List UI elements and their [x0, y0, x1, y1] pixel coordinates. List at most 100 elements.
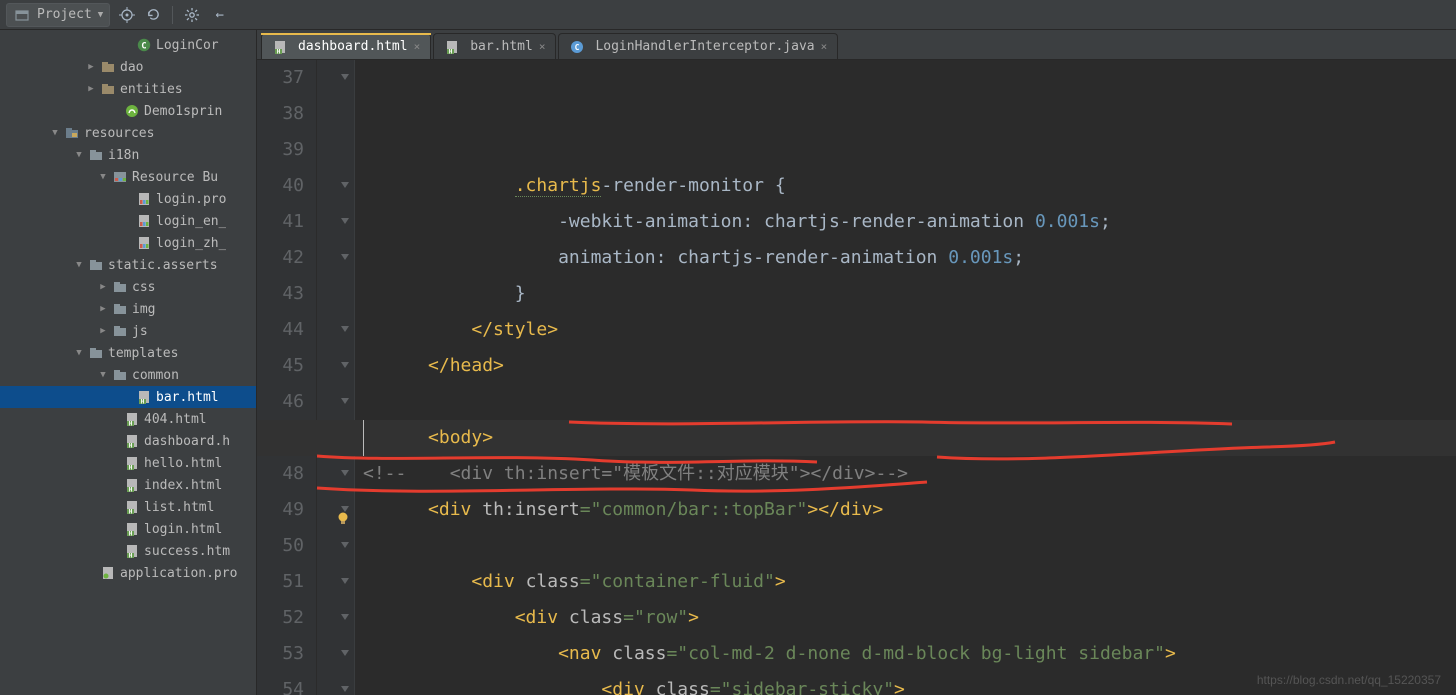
tree-node[interactable]: Hlist.html — [0, 496, 256, 518]
code-line[interactable]: <div class="container-fluid"> — [363, 564, 1456, 600]
code-line[interactable] — [363, 528, 1456, 564]
close-icon[interactable]: × — [414, 40, 421, 53]
tree-node-label: templates — [108, 346, 178, 361]
expand-arrow-icon[interactable] — [108, 434, 122, 448]
expand-arrow-icon[interactable]: ▶ — [96, 302, 110, 316]
project-tree[interactable]: CLoginCor▶dao▶entitiesDemo1sprin▼resourc… — [0, 30, 257, 695]
expand-arrow-icon[interactable] — [108, 104, 122, 118]
code-line[interactable]: } — [363, 276, 1456, 312]
code-line[interactable]: <nav class="col-md-2 d-none d-md-block b… — [363, 636, 1456, 672]
html-icon: H — [136, 389, 152, 405]
code-content[interactable]: .chartjs-render-monitor { -webkit-animat… — [355, 60, 1456, 695]
tree-node[interactable]: login.pro — [0, 188, 256, 210]
close-icon[interactable]: × — [821, 40, 828, 53]
tree-node-label: application.pro — [120, 566, 237, 581]
expand-arrow-icon[interactable]: ▼ — [48, 126, 62, 140]
expand-arrow-icon[interactable] — [108, 500, 122, 514]
editor-tab[interactable]: Hbar.html× — [433, 33, 556, 59]
fold-marker-icon[interactable] — [339, 648, 351, 660]
expand-arrow-icon[interactable] — [108, 412, 122, 426]
tree-node[interactable]: Demo1sprin — [0, 100, 256, 122]
expand-arrow-icon[interactable] — [120, 236, 134, 250]
fold-marker-icon[interactable] — [339, 684, 351, 695]
expand-arrow-icon[interactable] — [120, 38, 134, 52]
code-line[interactable]: animation: chartjs-render-animation 0.00… — [363, 240, 1456, 276]
editor-tab[interactable]: CLoginHandlerInterceptor.java× — [558, 33, 838, 59]
expand-arrow-icon[interactable] — [120, 390, 134, 404]
tree-node[interactable]: ▶dao — [0, 56, 256, 78]
prop-icon — [136, 235, 152, 251]
tree-node[interactable]: Hindex.html — [0, 474, 256, 496]
expand-arrow-icon[interactable]: ▶ — [84, 60, 98, 74]
expand-arrow-icon[interactable]: ▼ — [72, 346, 86, 360]
code-line[interactable] — [363, 384, 1456, 420]
tree-node[interactable]: Hsuccess.htm — [0, 540, 256, 562]
code-line[interactable]: <!-- <div th:insert="模板文件::对应模块"></div>-… — [363, 456, 1456, 492]
expand-arrow-icon[interactable] — [108, 478, 122, 492]
tree-node[interactable]: ▶js — [0, 320, 256, 342]
expand-arrow-icon[interactable] — [108, 522, 122, 536]
tree-node[interactable]: ▼Resource Bu — [0, 166, 256, 188]
expand-arrow-icon[interactable] — [120, 192, 134, 206]
editor-tab[interactable]: Hdashboard.html× — [261, 33, 431, 59]
tree-node[interactable]: Hlogin.html — [0, 518, 256, 540]
code-line[interactable]: </style> — [363, 312, 1456, 348]
fold-marker-icon[interactable] — [339, 468, 351, 480]
expand-arrow-icon[interactable] — [120, 214, 134, 228]
tree-node[interactable]: ▼common — [0, 364, 256, 386]
fold-marker-icon[interactable] — [339, 360, 351, 372]
code-line[interactable]: <div class="row"> — [363, 600, 1456, 636]
refresh-icon[interactable] — [144, 6, 162, 24]
code-line[interactable]: .chartjs-render-monitor { — [363, 168, 1456, 204]
fold-marker-icon[interactable] — [339, 612, 351, 624]
tree-node[interactable]: ▼ templates — [0, 342, 256, 364]
code-line[interactable]: -webkit-animation: chartjs-render-animat… — [363, 204, 1456, 240]
code-line[interactable]: <div th:insert="common/bar::topBar"></di… — [363, 492, 1456, 528]
tree-node[interactable]: Hhello.html — [0, 452, 256, 474]
fold-marker-icon[interactable] — [339, 576, 351, 588]
tree-node[interactable]: ▼static.asserts — [0, 254, 256, 276]
tab-label: bar.html — [470, 39, 533, 54]
expand-arrow-icon[interactable] — [84, 566, 98, 580]
close-icon[interactable]: × — [539, 40, 546, 53]
tree-node[interactable]: ▶entities — [0, 78, 256, 100]
fold-marker-icon[interactable] — [339, 540, 351, 552]
expand-arrow-icon[interactable]: ▼ — [96, 170, 110, 184]
code-line[interactable]: </head> — [363, 348, 1456, 384]
tree-node[interactable]: ▼resources — [0, 122, 256, 144]
tree-node[interactable]: ▼i18n — [0, 144, 256, 166]
tree-node[interactable]: Hbar.html — [0, 386, 256, 408]
tree-node[interactable]: Hdashboard.h — [0, 430, 256, 452]
fold-marker-icon[interactable] — [339, 396, 351, 408]
expand-arrow-icon[interactable]: ▶ — [96, 280, 110, 294]
tree-node[interactable]: application.pro — [0, 562, 256, 584]
svg-text:H: H — [141, 399, 145, 405]
bulb-icon[interactable] — [336, 502, 350, 516]
target-icon[interactable] — [118, 6, 136, 24]
collapse-icon[interactable]: ← — [209, 6, 227, 24]
tree-node[interactable]: H404.html — [0, 408, 256, 430]
tree-node[interactable]: login_en_ — [0, 210, 256, 232]
fold-marker-icon[interactable] — [339, 72, 351, 84]
html-icon: H — [124, 455, 140, 471]
expand-arrow-icon[interactable]: ▶ — [84, 82, 98, 96]
fold-marker-icon[interactable] — [339, 180, 351, 192]
fold-marker-icon[interactable] — [339, 324, 351, 336]
tree-node[interactable]: ▶css — [0, 276, 256, 298]
expand-arrow-icon[interactable]: ▼ — [96, 368, 110, 382]
code-editor[interactable]: 373839404142434445464748495051525354 .ch… — [257, 60, 1456, 695]
project-selector[interactable]: Project ▼ — [6, 3, 110, 27]
tree-node[interactable]: CLoginCor — [0, 34, 256, 56]
tree-node[interactable]: ▶img — [0, 298, 256, 320]
expand-arrow-icon[interactable]: ▶ — [96, 324, 110, 338]
fold-marker-icon[interactable] — [339, 216, 351, 228]
expand-arrow-icon[interactable] — [108, 544, 122, 558]
expand-arrow-icon[interactable]: ▼ — [72, 148, 86, 162]
fold-marker-icon[interactable] — [339, 252, 351, 264]
tree-node[interactable]: login_zh_ — [0, 232, 256, 254]
expand-arrow-icon[interactable]: ▼ — [72, 258, 86, 272]
gear-icon[interactable] — [183, 6, 201, 24]
svg-text:H: H — [277, 48, 281, 54]
code-line[interactable]: <body> — [363, 420, 1456, 456]
expand-arrow-icon[interactable] — [108, 456, 122, 470]
